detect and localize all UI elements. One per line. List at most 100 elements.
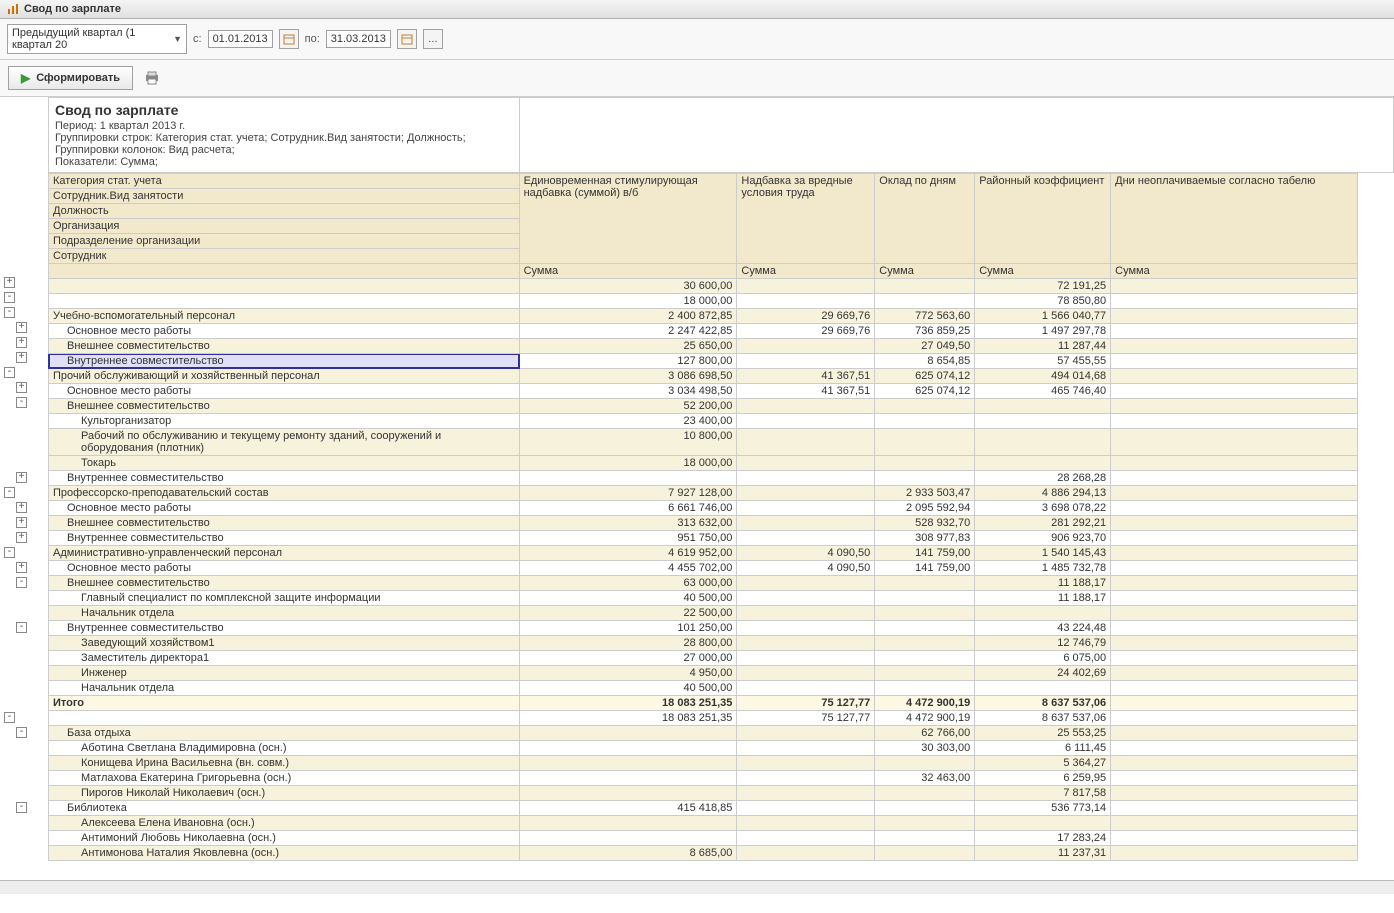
- table-row[interactable]: Заведующий хозяйством128 800,0012 746,79: [49, 636, 1358, 651]
- table-row[interactable]: База отдыха62 766,0025 553,25: [49, 726, 1358, 741]
- row-value: 23 400,00: [519, 414, 737, 429]
- to-date-input[interactable]: 31.03.2013: [326, 30, 391, 48]
- tree-expand-toggle[interactable]: -: [4, 307, 15, 318]
- column-header-v4[interactable]: Районный коэффициент: [975, 174, 1111, 264]
- table-row[interactable]: Прочий обслуживающий и хозяйственный пер…: [49, 369, 1358, 384]
- row-value: 2 247 422,85: [519, 324, 737, 339]
- row-label: Инженер: [49, 666, 520, 681]
- window-title-bar: Свод по зарплате: [0, 0, 1394, 19]
- tree-expand-toggle[interactable]: -: [16, 577, 27, 588]
- row-label: Внутреннее совместительство: [49, 471, 520, 486]
- table-row[interactable]: Итого18 083 251,3575 127,774 472 900,198…: [49, 696, 1358, 711]
- table-row[interactable]: Начальник отдела40 500,00: [49, 681, 1358, 696]
- row-value: 2 095 592,94: [875, 501, 975, 516]
- table-row[interactable]: Конищева Ирина Васильевна (вн. совм.)5 3…: [49, 756, 1358, 771]
- tree-expand-toggle[interactable]: -: [16, 802, 27, 813]
- row-value: 281 292,21: [975, 516, 1111, 531]
- table-row[interactable]: Внешнее совместительство52 200,00: [49, 399, 1358, 414]
- column-subheader-5[interactable]: Сотрудник: [49, 249, 520, 264]
- table-row[interactable]: Основное место работы4 455 702,004 090,5…: [49, 561, 1358, 576]
- tree-expand-toggle[interactable]: -: [4, 487, 15, 498]
- horizontal-scrollbar[interactable]: [0, 880, 1394, 894]
- column-header-v3[interactable]: Оклад по дням: [875, 174, 975, 264]
- row-value: [737, 294, 875, 309]
- tree-expand-toggle[interactable]: -: [16, 727, 27, 738]
- row-value: 63 000,00: [519, 576, 737, 591]
- row-value: [1111, 414, 1358, 429]
- tree-expand-toggle[interactable]: -: [4, 712, 15, 723]
- tree-gutter: +--+++-+-+-+++-+-----: [0, 97, 48, 861]
- table-row[interactable]: Учебно-вспомогательный персонал2 400 872…: [49, 309, 1358, 324]
- table-row[interactable]: Антимонова Наталия Яковлевна (осн.)8 685…: [49, 846, 1358, 861]
- table-row[interactable]: Внешнее совместительство63 000,0011 188,…: [49, 576, 1358, 591]
- table-row[interactable]: 18 083 251,3575 127,774 472 900,198 637 …: [49, 711, 1358, 726]
- column-header-v5[interactable]: Дни неоплачиваемые согласно табелю: [1111, 174, 1358, 264]
- table-row[interactable]: Рабочий по обслуживанию и текущему ремон…: [49, 429, 1358, 456]
- row-value: [1111, 399, 1358, 414]
- table-row[interactable]: Основное место работы3 034 498,5041 367,…: [49, 384, 1358, 399]
- tree-expand-toggle[interactable]: -: [4, 547, 15, 558]
- row-value: 4 472 900,19: [875, 711, 975, 726]
- table-row[interactable]: Внутреннее совместительство951 750,00308…: [49, 531, 1358, 546]
- table-row[interactable]: Алексеева Елена Ивановна (осн.): [49, 816, 1358, 831]
- row-value: [1111, 501, 1358, 516]
- table-row[interactable]: Инженер4 950,0024 402,69: [49, 666, 1358, 681]
- column-header-category[interactable]: Категория стат. учета: [49, 174, 520, 189]
- table-row[interactable]: Внешнее совместительство25 650,0027 049,…: [49, 339, 1358, 354]
- row-value: 313 632,00: [519, 516, 737, 531]
- table-row[interactable]: Внутреннее совместительство28 268,28: [49, 471, 1358, 486]
- column-subheader-4[interactable]: Подразделение организации: [49, 234, 520, 249]
- row-value: 8 654,85: [875, 354, 975, 369]
- print-button[interactable]: [141, 67, 163, 89]
- table-row[interactable]: Административно-управленческий персонал4…: [49, 546, 1358, 561]
- column-subheader-1[interactable]: Сотрудник.Вид занятости: [49, 189, 520, 204]
- table-row[interactable]: Пирогов Николай Николаевич (осн.)7 817,5…: [49, 786, 1358, 801]
- table-row[interactable]: Основное место работы6 661 746,002 095 5…: [49, 501, 1358, 516]
- table-row[interactable]: Культорганизатор23 400,00: [49, 414, 1358, 429]
- from-date-picker-button[interactable]: [279, 29, 299, 49]
- table-row[interactable]: Профессорско-преподавательский состав7 9…: [49, 486, 1358, 501]
- tree-expand-toggle[interactable]: +: [16, 322, 27, 333]
- column-header-v1[interactable]: Единовременная стимулирующая надбавка (с…: [519, 174, 737, 264]
- column-header-v2[interactable]: Надбавка за вредные условия труда: [737, 174, 875, 264]
- tree-expand-toggle[interactable]: -: [4, 367, 15, 378]
- table-row[interactable]: Основное место работы2 247 422,8529 669,…: [49, 324, 1358, 339]
- tree-expand-toggle[interactable]: +: [16, 517, 27, 528]
- period-selector[interactable]: Предыдущий квартал (1 квартал 20 ▼: [7, 24, 187, 54]
- row-label: Внешнее совместительство: [49, 516, 520, 531]
- column-subheader-2[interactable]: Должность: [49, 204, 520, 219]
- tree-expand-toggle[interactable]: +: [16, 472, 27, 483]
- tree-expand-toggle[interactable]: -: [4, 292, 15, 303]
- report-scroll-area[interactable]: +--+++-+-+-+++-+----- Свод по зарплате П…: [0, 97, 1394, 913]
- to-date-picker-button[interactable]: [397, 29, 417, 49]
- table-row[interactable]: Начальник отдела22 500,00: [49, 606, 1358, 621]
- table-row[interactable]: Токарь18 000,00: [49, 456, 1358, 471]
- column-subheader-3[interactable]: Организация: [49, 219, 520, 234]
- table-row[interactable]: Главный специалист по комплексной защите…: [49, 591, 1358, 606]
- from-date-input[interactable]: 01.01.2013: [208, 30, 273, 48]
- generate-button[interactable]: ▶ Сформировать: [8, 66, 133, 90]
- tree-expand-toggle[interactable]: +: [16, 532, 27, 543]
- tree-expand-toggle[interactable]: +: [16, 562, 27, 573]
- table-row[interactable]: Внешнее совместительство313 632,00528 93…: [49, 516, 1358, 531]
- tree-expand-toggle[interactable]: +: [4, 277, 15, 288]
- table-row[interactable]: Внутреннее совместительство101 250,0043 …: [49, 621, 1358, 636]
- table-row[interactable]: Библиотека415 418,85536 773,14: [49, 801, 1358, 816]
- row-value: 4 455 702,00: [519, 561, 737, 576]
- tree-expand-toggle[interactable]: +: [16, 382, 27, 393]
- table-row[interactable]: Заместитель директора127 000,006 075,00: [49, 651, 1358, 666]
- table-row[interactable]: 30 600,0072 191,25: [49, 279, 1358, 294]
- table-row[interactable]: 18 000,0078 850,80: [49, 294, 1358, 309]
- table-row[interactable]: Матлахова Екатерина Григорьевна (осн.)32…: [49, 771, 1358, 786]
- table-row[interactable]: Внутреннее совместительство127 800,008 6…: [49, 354, 1358, 369]
- tree-expand-toggle[interactable]: -: [16, 622, 27, 633]
- table-row[interactable]: Аботина Светлана Владимировна (осн.)30 3…: [49, 741, 1358, 756]
- tree-expand-toggle[interactable]: +: [16, 352, 27, 363]
- row-value: [975, 429, 1111, 456]
- tree-expand-toggle[interactable]: +: [16, 337, 27, 348]
- tree-expand-toggle[interactable]: +: [16, 502, 27, 513]
- tree-expand-toggle[interactable]: -: [16, 397, 27, 408]
- period-settings-button[interactable]: …: [423, 29, 443, 49]
- row-value: 465 746,40: [975, 384, 1111, 399]
- table-row[interactable]: Антимоний Любовь Николаевна (осн.)17 283…: [49, 831, 1358, 846]
